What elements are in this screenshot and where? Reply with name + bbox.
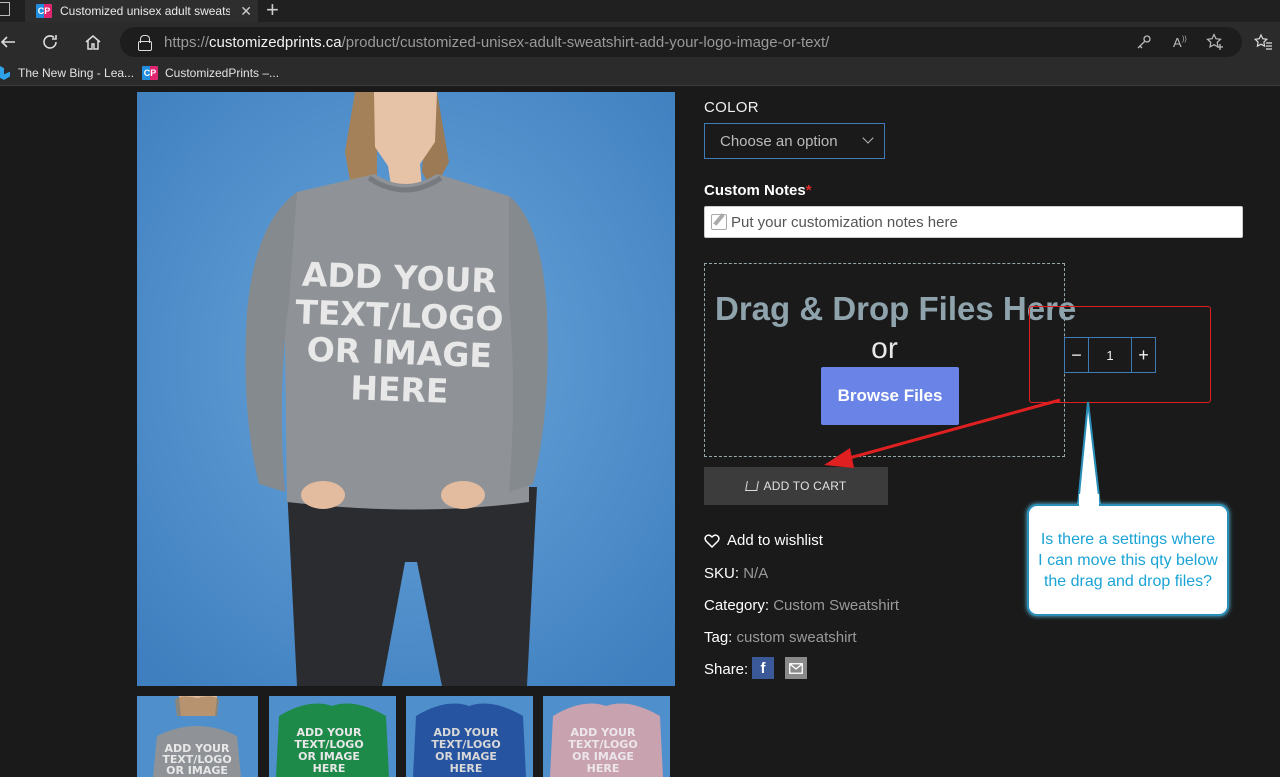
site-favicon-icon: CP <box>36 4 52 18</box>
site-favicon-icon: CP <box>142 66 158 80</box>
callout-text: Is there a settings where I can move thi… <box>1038 530 1218 590</box>
callout-tail <box>1076 401 1102 506</box>
annotation-callout: Is there a settings where I can move thi… <box>1027 504 1229 616</box>
annotation-arrow <box>824 398 1061 468</box>
screenshot: CP Customized unisex adult sweatshirt ✕ … <box>0 0 1280 777</box>
callout-tail-join <box>1079 494 1099 508</box>
